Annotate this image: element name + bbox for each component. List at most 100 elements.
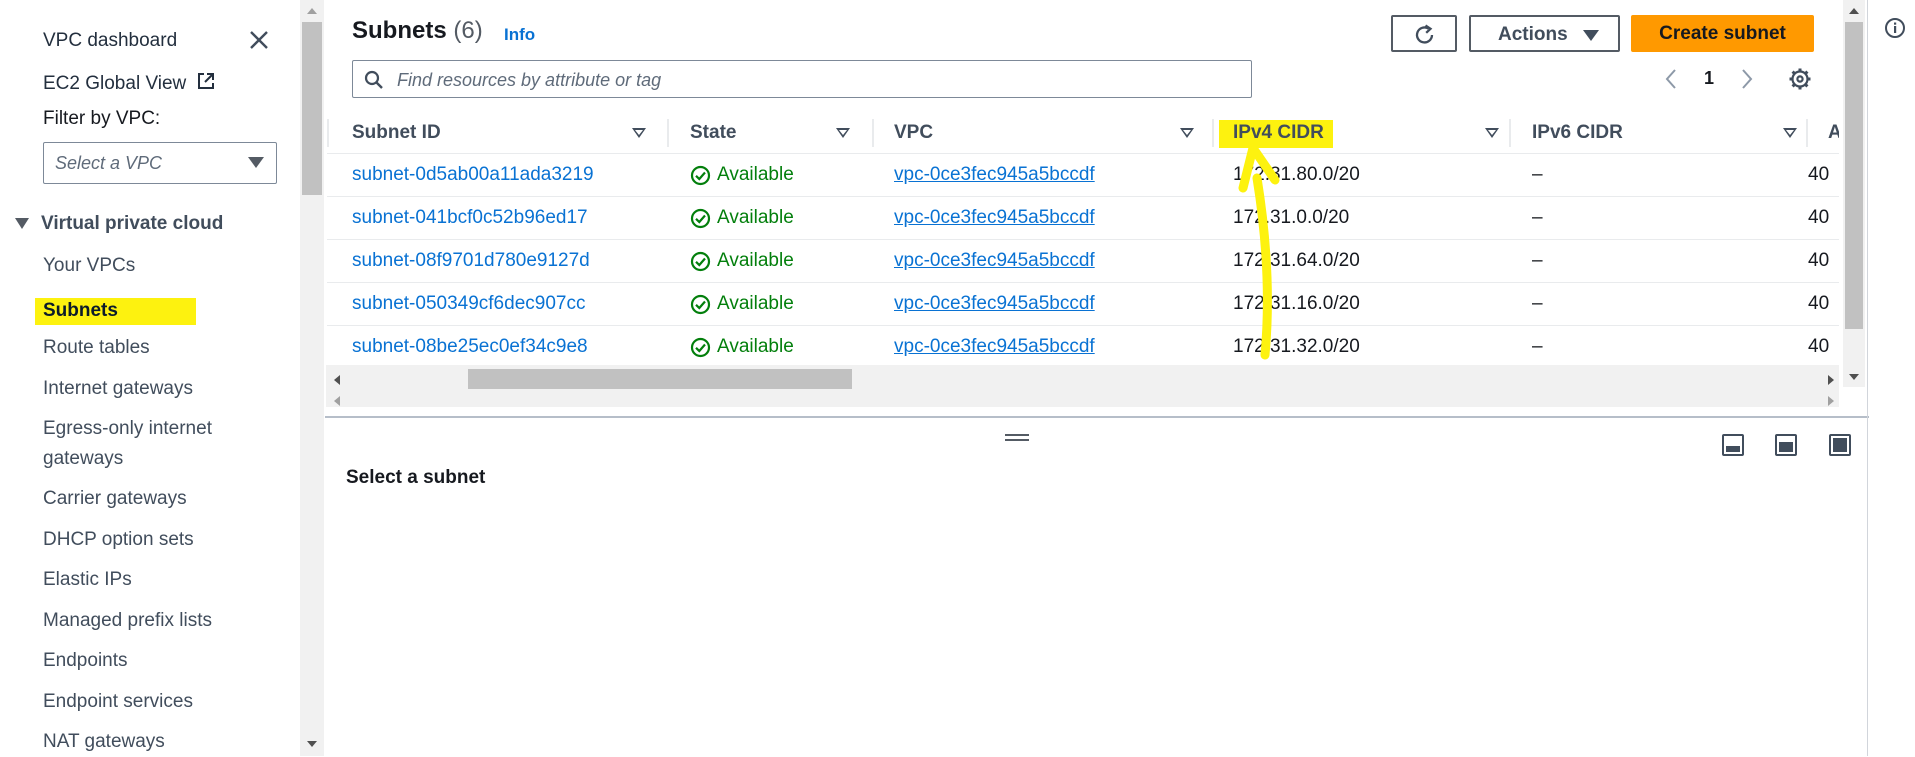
column-divider[interactable] (1212, 119, 1214, 147)
table-row[interactable]: subnet-08be25ec0ef34c9e8 Available vpc-0… (327, 326, 1839, 369)
nav-carrier-gateways[interactable]: Carrier gateways (43, 484, 187, 514)
scrollbar-thumb[interactable] (468, 369, 852, 389)
pagination-page[interactable]: 1 (1704, 68, 1714, 89)
vpc-id-link[interactable]: vpc-0ce3fec945a5bccdf (894, 207, 1095, 229)
nav-elastic-ips[interactable]: Elastic IPs (43, 565, 132, 595)
column-header-vpc[interactable]: VPC (894, 113, 1194, 153)
search-field[interactable] (352, 60, 1252, 98)
subnet-id-link[interactable]: subnet-0d5ab00a11ada3219 (352, 164, 594, 186)
table-horizontal-scrollbar[interactable] (326, 365, 1839, 407)
gear-icon[interactable] (1788, 67, 1812, 91)
nav-endpoints[interactable]: Endpoints (43, 646, 128, 676)
scroll-down-arrow[interactable] (307, 741, 317, 747)
split-side-icon[interactable] (1775, 434, 1797, 456)
scrollbar-thumb[interactable] (1845, 22, 1863, 329)
sort-icon[interactable] (1180, 128, 1194, 138)
column-header-subnet-id[interactable]: Subnet ID (352, 113, 662, 153)
annotation-arrow (1238, 143, 1280, 360)
actions-button[interactable]: Actions (1469, 15, 1620, 52)
info-icon[interactable] (1884, 17, 1906, 39)
nav-nat-gateways[interactable]: NAT gateways (43, 727, 165, 757)
scroll-left-arrow[interactable] (334, 375, 340, 385)
table-row[interactable]: subnet-050349cf6dec907cc Available vpc-0… (327, 283, 1839, 326)
sort-icon[interactable] (1783, 128, 1797, 138)
subnet-id-link[interactable]: subnet-050349cf6dec907cc (352, 293, 585, 315)
search-input[interactable] (395, 67, 1239, 93)
scroll-up-arrow[interactable] (307, 8, 317, 14)
main-vertical-scrollbar[interactable] (1843, 0, 1865, 387)
column-header-state[interactable]: State (690, 113, 870, 153)
refresh-button[interactable] (1391, 15, 1457, 52)
status-success-icon (690, 251, 711, 272)
column-divider[interactable] (667, 119, 669, 147)
vpc-id-link[interactable]: vpc-0ce3fec945a5bccdf (894, 164, 1095, 186)
table-row[interactable]: subnet-041bcf0c52b96ed17 Available vpc-0… (327, 197, 1839, 240)
scroll-left-arrow[interactable] (334, 396, 340, 406)
nav-ec2-global-view-label: EC2 Global View (43, 73, 187, 94)
sort-icon[interactable] (632, 128, 646, 138)
nav-subnets[interactable]: Subnets (43, 296, 118, 326)
close-icon[interactable] (246, 27, 272, 53)
subnet-id-link[interactable]: subnet-041bcf0c52b96ed17 (352, 207, 588, 229)
table-row[interactable]: subnet-08f9701d780e9127d Available vpc-0… (327, 240, 1839, 283)
vpc-id-link[interactable]: vpc-0ce3fec945a5bccdf (894, 250, 1095, 272)
subnet-count: (6) (453, 17, 483, 44)
chevron-right-icon[interactable] (1740, 68, 1754, 90)
availability-zone: 40 (1808, 293, 1830, 314)
vpc-id-link[interactable]: vpc-0ce3fec945a5bccdf (894, 336, 1095, 358)
table-row[interactable]: subnet-0d5ab00a11ada3219 Available vpc-0… (327, 154, 1839, 197)
split-panel-divider (325, 416, 1869, 418)
split-full-icon[interactable] (1829, 434, 1851, 456)
nav-ec2-global-view[interactable]: EC2 Global View (43, 71, 216, 95)
column-header-availability-zone[interactable]: Av (1828, 113, 1839, 153)
split-panel-resize-handle[interactable] (1005, 434, 1029, 442)
nav-route-tables[interactable]: Route tables (43, 333, 150, 363)
status-success-icon (690, 165, 711, 186)
split-bottom-icon[interactable] (1722, 434, 1744, 456)
availability-zone: 40 (1808, 250, 1830, 271)
sidebar-scrollbar[interactable] (300, 0, 324, 756)
nav-egress-only-internet-gateways-line2[interactable]: gateways (43, 444, 123, 474)
scroll-up-arrow[interactable] (1849, 8, 1859, 14)
nav-egress-only-internet-gateways[interactable]: Egress-only internet (43, 414, 212, 444)
column-header-label: Subnet ID (352, 122, 441, 143)
caret-down-icon[interactable] (15, 218, 29, 229)
scroll-down-arrow[interactable] (1849, 374, 1859, 380)
external-link-icon (197, 73, 214, 89)
filter-by-vpc-label: Filter by VPC: (43, 108, 161, 129)
nav-dhcp-option-sets[interactable]: DHCP option sets (43, 525, 194, 555)
column-divider[interactable] (872, 119, 874, 147)
chevron-left-icon[interactable] (1664, 68, 1678, 90)
column-header-label: State (690, 122, 737, 143)
state-label: Available (717, 293, 794, 314)
column-divider[interactable] (1509, 119, 1511, 147)
scrollbar-thumb[interactable] (302, 22, 322, 195)
ipv6-cidr: – (1532, 207, 1543, 228)
column-header-ipv6-cidr[interactable]: IPv6 CIDR (1532, 113, 1802, 153)
info-link[interactable]: Info (504, 25, 535, 45)
nav-endpoint-services[interactable]: Endpoint services (43, 687, 193, 717)
vpc-filter-select[interactable]: Select a VPC (43, 142, 277, 184)
availability-zone: 40 (1808, 207, 1830, 228)
subnet-id-link[interactable]: subnet-08f9701d780e9127d (352, 250, 590, 272)
nav-internet-gateways[interactable]: Internet gateways (43, 374, 193, 404)
vpc-filter-placeholder: Select a VPC (55, 153, 163, 173)
availability-zone: 40 (1808, 336, 1830, 357)
create-subnet-button[interactable]: Create subnet (1631, 15, 1814, 52)
nav-vpc-dashboard[interactable]: VPC dashboard (43, 30, 177, 52)
column-header-label: IPv6 CIDR (1532, 122, 1623, 143)
split-panel-title: Select a subnet (346, 467, 486, 488)
status-success-icon (690, 294, 711, 315)
sort-icon[interactable] (836, 128, 850, 138)
nav-managed-prefix-lists[interactable]: Managed prefix lists (43, 606, 212, 636)
scroll-right-arrow[interactable] (1828, 396, 1834, 406)
section-virtual-private-cloud[interactable]: Virtual private cloud (41, 213, 223, 235)
nav-your-vpcs[interactable]: Your VPCs (43, 251, 135, 281)
subnet-id-link[interactable]: subnet-08be25ec0ef34c9e8 (352, 336, 588, 358)
column-divider[interactable] (1806, 119, 1808, 147)
sort-icon[interactable] (1485, 128, 1499, 138)
vpc-id-link[interactable]: vpc-0ce3fec945a5bccdf (894, 293, 1095, 315)
column-header-label: Av (1828, 122, 1839, 143)
column-divider (327, 119, 329, 147)
scroll-right-arrow[interactable] (1828, 375, 1834, 385)
